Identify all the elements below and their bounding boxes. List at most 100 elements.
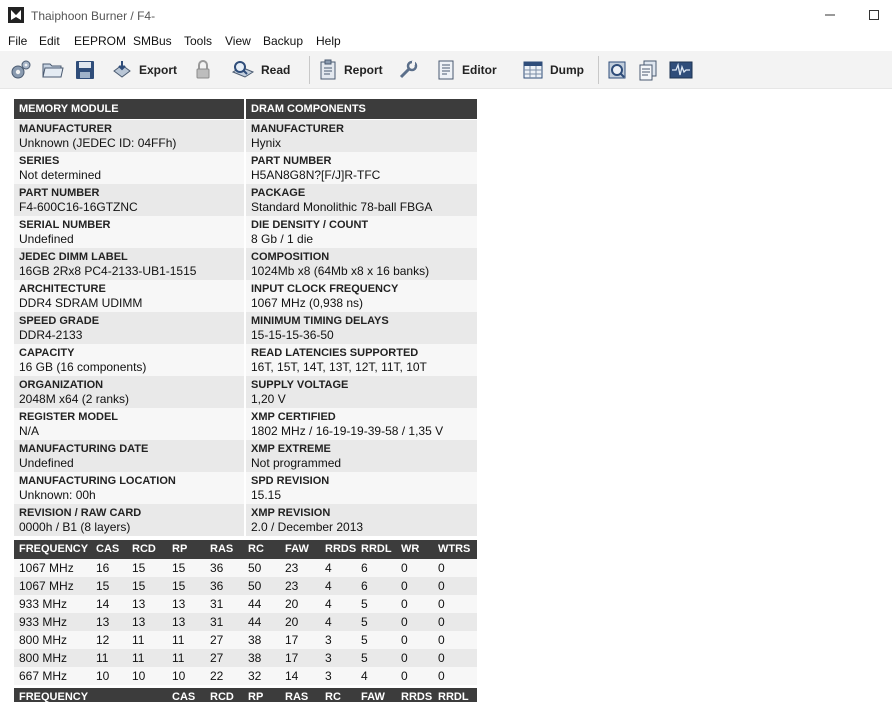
table-cell: 4 [325,597,332,611]
memory-module-header: MEMORY MODULE [14,99,244,119]
menu-eeprom[interactable]: EEPROM [74,34,126,48]
open-button[interactable] [41,57,65,83]
menu-edit[interactable]: Edit [39,34,60,48]
timings-column-header: RRDL [361,543,392,555]
export-button[interactable]: Export [111,57,177,83]
menu-smbus[interactable]: SMBus [133,34,172,48]
menu-help[interactable]: Help [316,34,341,48]
save-button[interactable] [74,57,96,83]
field-label: XMP EXTREME [251,443,331,455]
field-label: PACKAGE [251,187,306,199]
table-cell: 0 [438,615,445,629]
field-label: XMP REVISION [251,507,331,519]
report-button[interactable]: Report [318,57,383,83]
table-cell: 4 [325,561,332,575]
dram-components-row: PART NUMBER H5AN8G8N?[F/J]R-TFC [246,152,477,184]
timings-column-header: FAW [285,543,309,555]
read-button[interactable]: Read [231,57,290,83]
field-label: SERIES [19,155,60,167]
toolbar-separator [598,56,599,84]
table-cell: 0 [438,597,445,611]
table-cell: 31 [210,615,224,629]
table-cell: 15 [172,561,186,575]
table-row: 667 MHz 10 10 10 22 32 14 3 4 0 0 [14,667,477,685]
field-label: REVISION / RAW CARD [19,507,142,519]
xmp-column-header: RRDL [438,691,469,702]
table-cell: 17 [285,633,299,647]
timings-column-header: RAS [210,543,234,555]
table-cell: 5 [361,615,368,629]
table-cell: 50 [248,579,262,593]
table-cell: 6 [361,561,368,575]
table-row: 1067 MHz 16 15 15 36 50 23 4 6 0 0 [14,559,477,577]
save-icon [76,61,94,79]
table-cell: 0 [438,561,445,575]
maximize-button[interactable] [862,4,886,26]
timings-column-header: FREQUENCY [19,543,89,555]
minimize-button[interactable] [818,4,842,26]
table-cell: 800 MHz [19,633,68,647]
field-value: Undefined [19,232,74,246]
table-cell: 933 MHz [19,615,68,629]
field-label: DIE DENSITY / COUNT [251,219,369,231]
tools-button[interactable] [397,57,419,83]
menu-view[interactable]: View [225,34,251,48]
table-cell: 36 [210,579,224,593]
table-cell: 31 [210,597,224,611]
timings-column-header: RP [172,543,188,555]
menu-backup[interactable]: Backup [263,34,303,48]
table-cell: 15 [96,579,110,593]
dram-components-row: SUPPLY VOLTAGE 1,20 V [246,376,477,408]
menu-tools[interactable]: Tools [184,34,212,48]
wrench-icon [399,60,418,79]
dump-button[interactable]: Dump [522,57,584,83]
field-value: Hynix [251,136,282,150]
field-value: 8 Gb / 1 die [251,232,314,246]
field-label: REGISTER MODEL [19,411,119,423]
table-row: 800 MHz 11 11 11 27 38 17 3 5 0 0 [14,649,477,667]
table-cell: 0 [401,615,408,629]
memory-module-row: ARCHITECTURE DDR4 SDRAM UDIMM [14,280,244,312]
table-cell: 11 [172,633,185,647]
field-value: 1,20 V [251,392,286,406]
table-cell: 800 MHz [19,651,68,665]
field-value: 1067 MHz (0,938 ns) [251,296,364,310]
dump-grid-icon [523,61,543,79]
xmp-column-header: RAS [285,691,309,702]
memory-module-row: PART NUMBER F4-600C16-16GTZNC [14,184,244,216]
timings-column-header: RC [248,543,264,555]
table-cell: 10 [96,669,110,683]
field-label: ORGANIZATION [19,379,104,391]
lock-button[interactable] [193,57,213,83]
field-value: Not determined [19,168,102,182]
info-button[interactable] [606,57,628,83]
table-cell: 44 [248,597,262,611]
dram-components-row: COMPOSITION 1024Mb x8 (64Mb x8 x 16 banks… [246,248,477,280]
settings-button[interactable] [10,57,32,83]
app-logo-icon [8,7,24,23]
dram-components-row: XMP CERTIFIED 1802 MHz / 16-19-19-39-58 /… [246,408,477,440]
field-value: Standard Monolithic 78-ball FBGA [251,200,433,214]
table-cell: 27 [210,651,224,665]
monitor-button[interactable] [669,57,693,83]
table-cell: 0 [401,579,408,593]
table-cell: 10 [132,669,146,683]
editor-icon [438,60,454,80]
table-cell: 11 [132,651,145,665]
timings-column-header: RCD [132,543,156,555]
table-cell: 4 [325,579,332,593]
title-bar: Thaiphoon Burner / F4- [0,0,892,31]
copy-button[interactable] [637,57,659,83]
table-cell: 15 [172,579,186,593]
table-cell: 20 [285,597,299,611]
table-cell: 3 [325,669,332,683]
xmp-column-header: RC [325,691,341,702]
editor-button[interactable]: Editor [436,57,497,83]
gears-icon [11,60,31,79]
menu-file[interactable]: File [8,34,27,48]
field-value: 0000h / B1 (8 layers) [19,520,131,534]
table-cell: 0 [438,669,445,683]
xmp-column-header: FREQUENCY [19,691,89,702]
field-label: COMPOSITION [251,251,330,263]
dram-components-header: DRAM COMPONENTS [246,99,477,119]
